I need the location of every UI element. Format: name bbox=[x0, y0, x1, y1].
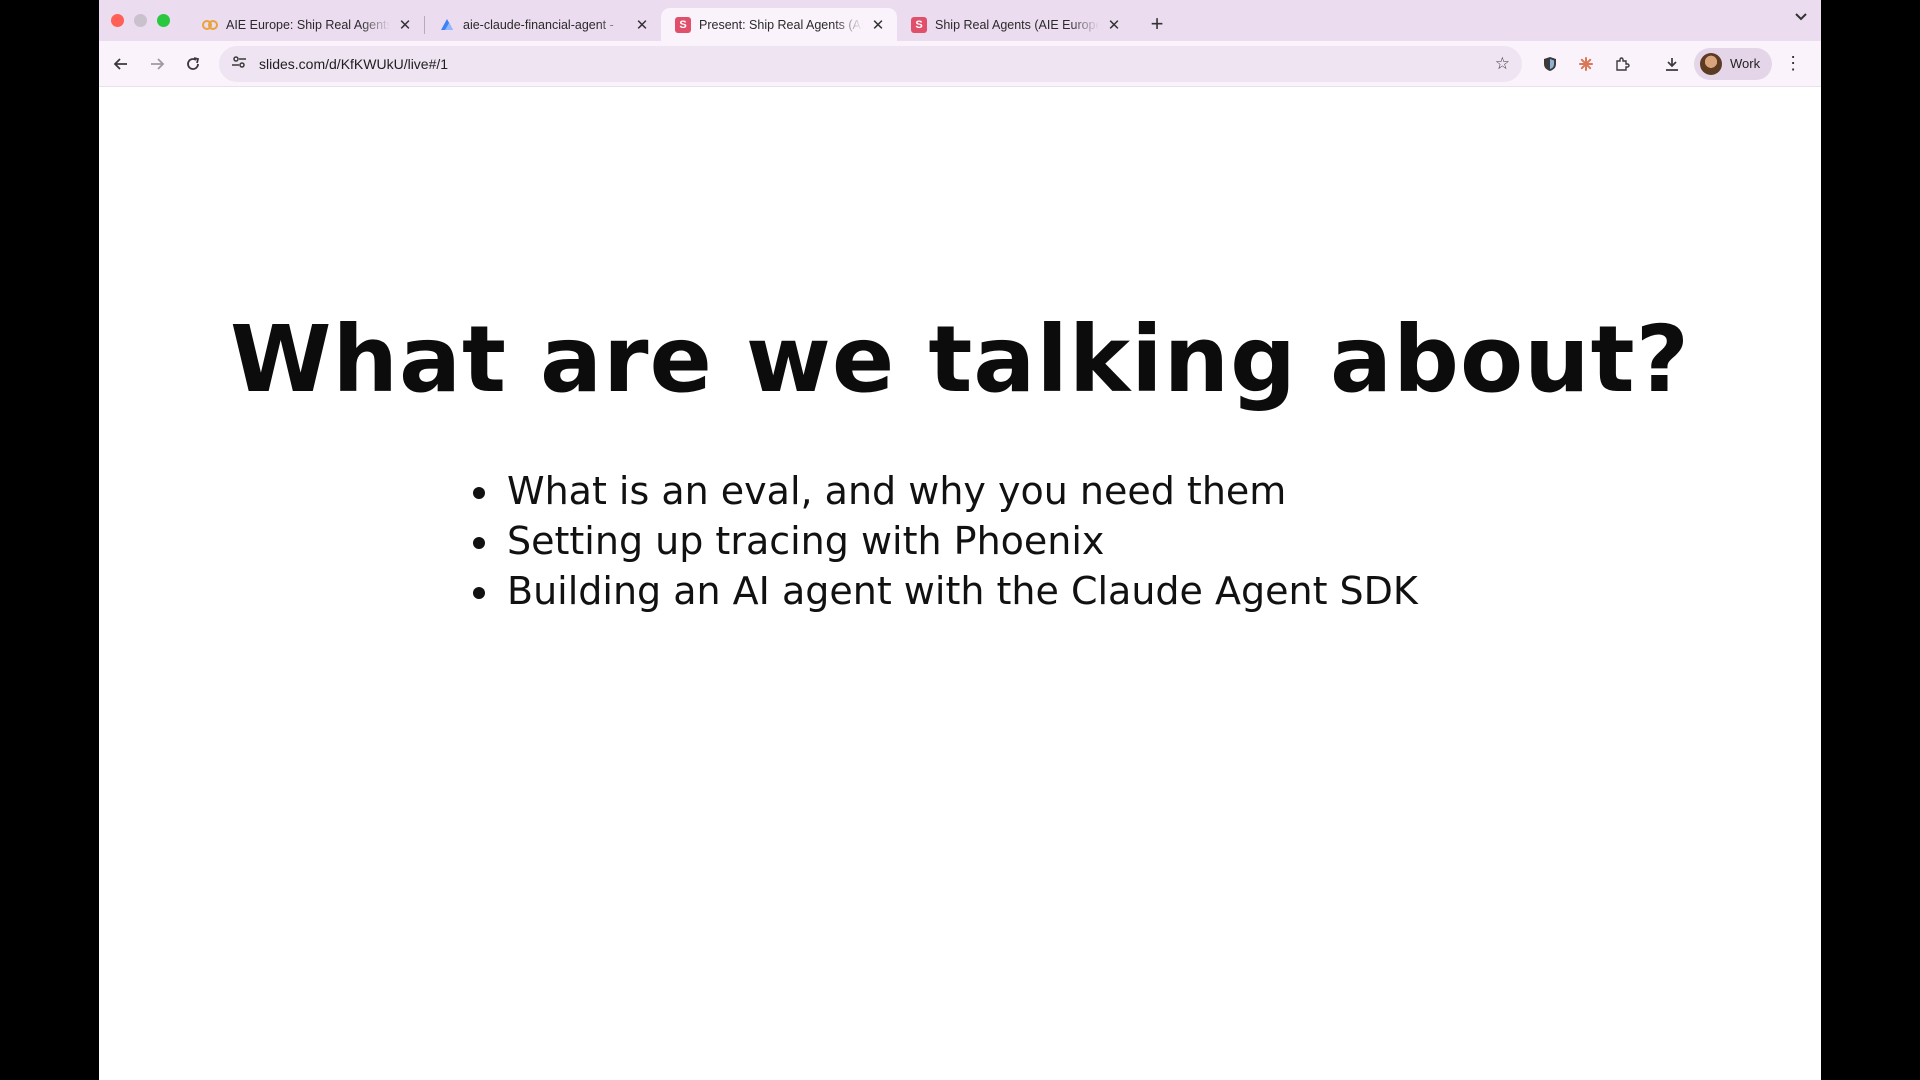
extensions-puzzle-icon[interactable] bbox=[1604, 46, 1640, 82]
bullet-dot-icon bbox=[473, 537, 485, 549]
reload-icon bbox=[187, 56, 200, 70]
bullet-text: What is an eval, and why you need them bbox=[507, 469, 1287, 513]
new-tab-button[interactable]: + bbox=[1145, 11, 1169, 37]
arize-icon bbox=[439, 17, 455, 33]
browser-toolbar: slides.com/d/KfKWUkU/live#/1 ☆ Work ⋮ bbox=[99, 41, 1821, 87]
bullet-item: Building an AI agent with the Claude Age… bbox=[473, 566, 1418, 616]
tab-strip: AIE Europe: Ship Real Agents ✕ aie-claud… bbox=[99, 0, 1821, 41]
back-button[interactable] bbox=[103, 46, 139, 82]
minimize-window-button[interactable] bbox=[134, 14, 147, 27]
close-tab-icon[interactable]: ✕ bbox=[633, 16, 651, 34]
reload-button[interactable] bbox=[175, 46, 211, 82]
tab-present-ship-real-agents[interactable]: S Present: Ship Real Agents (AI ✕ bbox=[661, 8, 897, 41]
tab-search-chevron-icon[interactable] bbox=[1795, 10, 1807, 24]
tab-title: AIE Europe: Ship Real Agents bbox=[226, 17, 390, 32]
address-bar[interactable]: slides.com/d/KfKWUkU/live#/1 ☆ bbox=[219, 45, 1522, 82]
close-window-button[interactable] bbox=[111, 14, 124, 27]
extension-shield-icon[interactable] bbox=[1532, 46, 1568, 82]
slides-icon: S bbox=[911, 16, 927, 33]
slide-title: What are we talking about? bbox=[229, 306, 1691, 413]
bullet-text: Setting up tracing with Phoenix bbox=[507, 519, 1105, 563]
browser-window: AIE Europe: Ship Real Agents ✕ aie-claud… bbox=[99, 0, 1821, 1080]
tab-ship-real-agents[interactable]: S Ship Real Agents (AIE Europe ✕ bbox=[897, 8, 1133, 41]
bullet-dot-icon bbox=[473, 487, 485, 499]
extension-claude-icon[interactable] bbox=[1568, 46, 1604, 82]
site-settings-icon[interactable] bbox=[231, 55, 247, 72]
bullet-dot-icon bbox=[473, 587, 485, 599]
link-icon bbox=[202, 17, 218, 33]
bullet-item: Setting up tracing with Phoenix bbox=[473, 516, 1418, 566]
tab-title: aie-claude-financial-agent - bbox=[463, 17, 614, 32]
more-menu-icon[interactable]: ⋮ bbox=[1778, 53, 1808, 74]
presentation-slide: What are we talking about? What is an ev… bbox=[99, 88, 1821, 1080]
slides-icon: S bbox=[675, 16, 691, 33]
downloads-icon[interactable] bbox=[1654, 46, 1690, 82]
bullet-item: What is an eval, and why you need them bbox=[473, 466, 1418, 516]
tab-aie-claude-financial-agent[interactable]: aie-claude-financial-agent - ✕ bbox=[425, 8, 661, 41]
forward-button[interactable] bbox=[139, 46, 175, 82]
bullet-list: What is an eval, and why you need them S… bbox=[473, 466, 1418, 616]
url-text[interactable]: slides.com/d/KfKWUkU/live#/1 bbox=[259, 56, 1495, 72]
close-tab-icon[interactable]: ✕ bbox=[1105, 16, 1123, 34]
tab-title: Ship Real Agents (AIE Europe bbox=[935, 17, 1099, 32]
close-tab-icon[interactable]: ✕ bbox=[869, 16, 887, 34]
avatar bbox=[1700, 52, 1722, 75]
bullet-text: Building an AI agent with the Claude Age… bbox=[507, 569, 1418, 613]
close-tab-icon[interactable]: ✕ bbox=[396, 16, 414, 34]
back-arrow-icon bbox=[113, 57, 127, 70]
maximize-window-button[interactable] bbox=[157, 14, 170, 27]
tab-title: Present: Ship Real Agents (AI bbox=[699, 17, 863, 32]
profile-label: Work bbox=[1730, 56, 1761, 71]
window-controls bbox=[111, 14, 170, 27]
forward-arrow-icon bbox=[151, 57, 165, 70]
bookmark-star-icon[interactable]: ☆ bbox=[1495, 54, 1510, 74]
profile-button[interactable]: Work bbox=[1694, 47, 1773, 80]
tab-aie-europe[interactable]: AIE Europe: Ship Real Agents ✕ bbox=[188, 8, 424, 41]
